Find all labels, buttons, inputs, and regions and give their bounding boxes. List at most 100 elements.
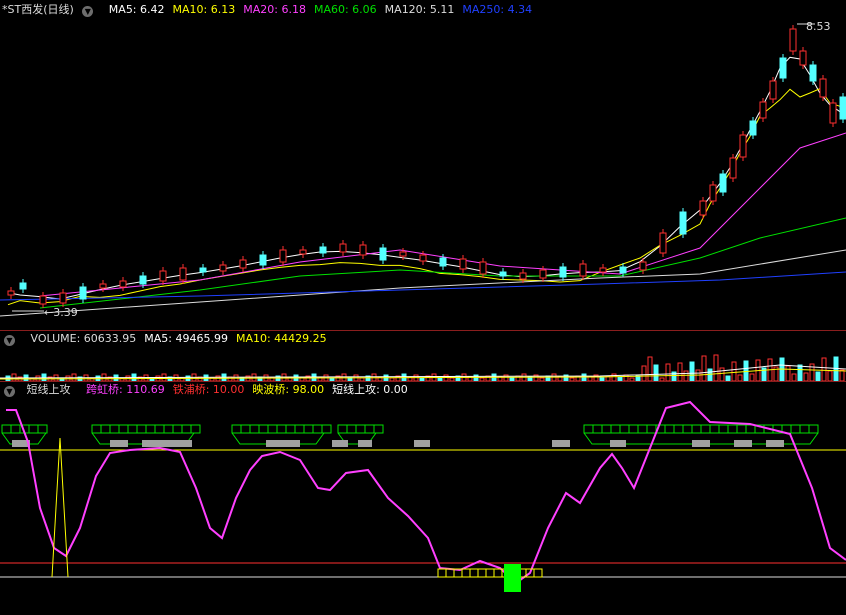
signal-band-cell	[37, 424, 48, 434]
candle-body	[739, 134, 747, 158]
volume-chart[interactable]	[0, 347, 846, 381]
signal-band-cell	[337, 424, 348, 434]
candle-body	[829, 102, 837, 124]
candle-body	[769, 80, 777, 100]
signal-band-cell	[136, 424, 147, 434]
volume-bar	[701, 355, 707, 381]
signal-band-cell	[190, 424, 201, 434]
volume-bar	[815, 371, 821, 381]
signal-band-cell	[127, 424, 138, 434]
candle-body	[499, 271, 507, 277]
candle-body	[619, 266, 627, 274]
gray-signal-block	[692, 440, 710, 447]
signal-band-cell	[790, 424, 801, 434]
chevron-down-icon[interactable]: ▼	[82, 6, 94, 17]
price-panel[interactable]: *ST西发(日线) ▼ MA5: 6.42 MA10: 6.13 MA20: 6.1…	[0, 0, 846, 330]
volume-bar	[731, 361, 737, 381]
low-price-value: 3.39	[53, 306, 78, 319]
candle-body	[419, 254, 427, 262]
signal-band-cell	[109, 424, 120, 434]
signal-band-cell	[364, 424, 375, 434]
volume-bar	[665, 363, 671, 381]
signal-band-cell	[154, 424, 165, 434]
candle-body	[839, 96, 846, 120]
indicator-legend-item: 铁浦桥: 10.00	[172, 383, 245, 396]
signal-band-cell	[709, 424, 720, 434]
volume-bar	[641, 365, 647, 381]
candle-body	[599, 267, 607, 273]
gray-signal-block	[358, 440, 372, 447]
volume-legend-item: MA5: 49465.99	[144, 332, 228, 345]
candle-body	[139, 275, 147, 285]
arrow-left-icon: ←	[44, 306, 54, 319]
signal-band-cell	[628, 424, 639, 434]
signal-band-cell	[673, 424, 684, 434]
candle-body	[219, 264, 227, 272]
chevron-down-icon[interactable]: ▼	[4, 386, 15, 397]
volume-bar	[647, 356, 653, 381]
indicator-legend-item: 跨虹桥: 110.69	[86, 383, 165, 396]
signal-band-cell	[610, 424, 621, 434]
signal-band-cell	[172, 424, 183, 434]
volume-bar	[749, 373, 755, 381]
candle-body	[399, 251, 407, 257]
candle-body	[199, 267, 207, 273]
volume-legend-item: MA10: 44429.25	[235, 332, 327, 345]
signal-band-cell	[231, 424, 242, 434]
ma-legend: MA5: 6.42 MA10: 6.13 MA20: 6.18 MA60: 6.06 M…	[105, 3, 540, 16]
candle-body	[679, 211, 687, 235]
volume-bar	[803, 372, 809, 381]
indicator-chart[interactable]	[0, 398, 846, 615]
indicator-header: ▼ 短线上攻 跨虹桥: 110.69 铁浦桥: 10.00 映波桥: 98.00 短线…	[0, 382, 424, 398]
ma5-line	[7, 56, 841, 300]
gray-signal-block	[266, 440, 300, 447]
volume-panel[interactable]: ▼ VOLUME: 60633.95 MA5: 49465.99 MA10: 444…	[0, 331, 846, 381]
signal-band-cell	[28, 424, 39, 434]
candle-body	[779, 57, 787, 79]
signal-band-cell	[249, 424, 260, 434]
chevron-down-icon[interactable]: ▼	[4, 335, 15, 346]
indicator-panel[interactable]: ▼ 短线上攻 跨虹桥: 110.69 铁浦桥: 10.00 映波桥: 98.00 短线…	[0, 382, 846, 615]
candle-body	[729, 157, 737, 179]
ma250-line	[0, 271, 846, 301]
signal-band-cell	[163, 424, 174, 434]
candle-body	[719, 173, 727, 193]
signal-band-cell	[601, 424, 612, 434]
candle-body	[319, 246, 327, 254]
gray-signal-block	[332, 440, 348, 447]
signal-band-cell	[118, 424, 129, 434]
stock-title: *ST西发(日线)	[2, 3, 74, 16]
gray-signal-block	[414, 440, 430, 447]
signal-band-cell	[682, 424, 693, 434]
signal-band-cell	[91, 424, 102, 434]
candle-body	[179, 267, 187, 281]
candle-body	[119, 280, 127, 288]
candle-body	[7, 290, 15, 296]
candle-body	[239, 259, 247, 269]
signal-band-cell	[718, 424, 729, 434]
volume-bar	[791, 373, 797, 381]
volume-bar	[839, 369, 845, 381]
candle-body	[819, 78, 827, 98]
candle-body	[39, 295, 47, 305]
duanxian-signal-bar	[504, 564, 521, 592]
signal-band-cell	[727, 424, 738, 434]
volume-bar	[653, 364, 659, 381]
signal-band-cell	[258, 424, 269, 434]
candle-body	[299, 249, 307, 255]
candle-body	[709, 184, 717, 202]
candle-body	[99, 283, 107, 289]
candle-body	[559, 266, 567, 278]
candlestick-chart[interactable]	[0, 18, 846, 330]
indicator-title: 短线上攻	[26, 383, 71, 396]
candle-body	[519, 272, 527, 280]
candle-body	[379, 247, 387, 261]
signal-band-cell	[181, 424, 192, 434]
bottom-signal-cell	[469, 568, 479, 578]
ma-legend-item: MA250: 4.34	[462, 3, 533, 16]
candle-body	[459, 258, 467, 270]
signal-band-cell	[10, 424, 21, 434]
signal-band-cell	[808, 424, 819, 434]
ma-legend-item: MA20: 6.18	[243, 3, 306, 16]
signal-band-cell	[145, 424, 156, 434]
